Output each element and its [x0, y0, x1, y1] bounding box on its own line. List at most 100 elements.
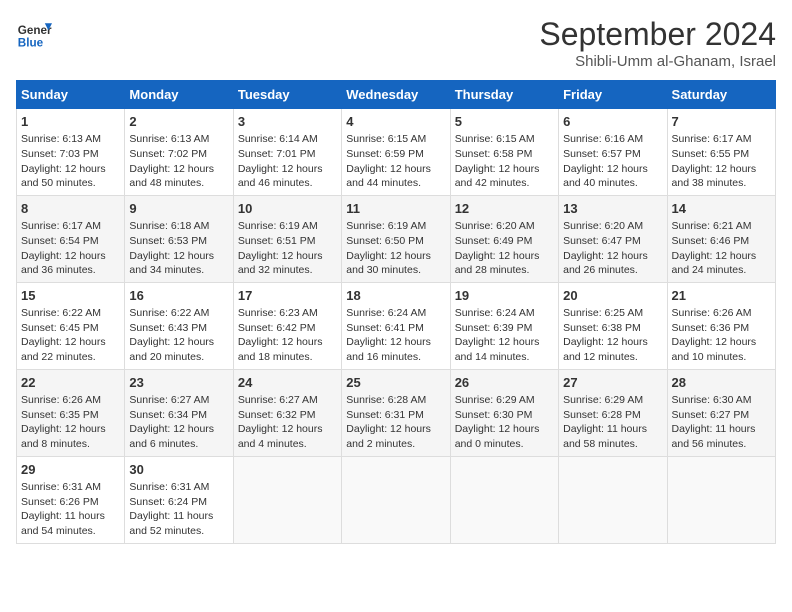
calendar-day-cell: 9Sunrise: 6:18 AMSunset: 6:53 PMDaylight…: [125, 195, 233, 282]
calendar-day-cell: 22Sunrise: 6:26 AMSunset: 6:35 PMDayligh…: [17, 369, 125, 456]
sunrise-text: Sunrise: 6:20 AM: [455, 220, 535, 232]
calendar-day-cell: 8Sunrise: 6:17 AMSunset: 6:54 PMDaylight…: [17, 195, 125, 282]
sunset-text: Sunset: 6:26 PM: [21, 496, 99, 508]
day-number: 29: [21, 461, 120, 479]
sunrise-text: Sunrise: 6:17 AM: [21, 220, 101, 232]
day-number: 1: [21, 113, 120, 131]
calendar-day-cell: 24Sunrise: 6:27 AMSunset: 6:32 PMDayligh…: [233, 369, 341, 456]
calendar-day-cell: 6Sunrise: 6:16 AMSunset: 6:57 PMDaylight…: [559, 109, 667, 196]
day-number: 28: [672, 374, 771, 392]
logo-icon: General Blue: [16, 16, 52, 52]
sunset-text: Sunset: 6:58 PM: [455, 148, 533, 160]
calendar-day-cell: [342, 456, 450, 543]
sunrise-text: Sunrise: 6:16 AM: [563, 133, 643, 145]
weekday-header: Monday: [125, 81, 233, 109]
sunset-text: Sunset: 6:57 PM: [563, 148, 641, 160]
day-number: 21: [672, 287, 771, 305]
calendar-week-row: 1Sunrise: 6:13 AMSunset: 7:03 PMDaylight…: [17, 109, 776, 196]
sunrise-text: Sunrise: 6:26 AM: [672, 307, 752, 319]
day-number: 24: [238, 374, 337, 392]
calendar-day-cell: 19Sunrise: 6:24 AMSunset: 6:39 PMDayligh…: [450, 282, 558, 369]
sunset-text: Sunset: 6:34 PM: [129, 409, 207, 421]
daylight-label: Daylight: 12 hours and 42 minutes.: [455, 163, 540, 190]
sunset-text: Sunset: 7:02 PM: [129, 148, 207, 160]
weekday-header: Thursday: [450, 81, 558, 109]
weekday-header: Wednesday: [342, 81, 450, 109]
daylight-label: Daylight: 12 hours and 20 minutes.: [129, 336, 214, 363]
header: General Blue September 2024 Shibli-Umm a…: [16, 16, 776, 70]
calendar-week-row: 22Sunrise: 6:26 AMSunset: 6:35 PMDayligh…: [17, 369, 776, 456]
day-number: 22: [21, 374, 120, 392]
daylight-label: Daylight: 11 hours and 56 minutes.: [672, 423, 756, 450]
calendar-day-cell: 26Sunrise: 6:29 AMSunset: 6:30 PMDayligh…: [450, 369, 558, 456]
calendar-day-cell: 20Sunrise: 6:25 AMSunset: 6:38 PMDayligh…: [559, 282, 667, 369]
calendar-day-cell: 23Sunrise: 6:27 AMSunset: 6:34 PMDayligh…: [125, 369, 233, 456]
daylight-label: Daylight: 12 hours and 6 minutes.: [129, 423, 214, 450]
calendar-table: SundayMondayTuesdayWednesdayThursdayFrid…: [16, 80, 776, 544]
sunset-text: Sunset: 6:43 PM: [129, 322, 207, 334]
sunrise-text: Sunrise: 6:22 AM: [21, 307, 101, 319]
daylight-label: Daylight: 12 hours and 2 minutes.: [346, 423, 431, 450]
sunrise-text: Sunrise: 6:15 AM: [346, 133, 426, 145]
day-number: 13: [563, 200, 662, 218]
sunrise-text: Sunrise: 6:27 AM: [238, 394, 318, 406]
weekday-header-row: SundayMondayTuesdayWednesdayThursdayFrid…: [17, 81, 776, 109]
day-number: 20: [563, 287, 662, 305]
sunrise-text: Sunrise: 6:17 AM: [672, 133, 752, 145]
calendar-day-cell: 11Sunrise: 6:19 AMSunset: 6:50 PMDayligh…: [342, 195, 450, 282]
daylight-label: Daylight: 12 hours and 22 minutes.: [21, 336, 106, 363]
calendar-day-cell: 30Sunrise: 6:31 AMSunset: 6:24 PMDayligh…: [125, 456, 233, 543]
daylight-label: Daylight: 11 hours and 54 minutes.: [21, 510, 105, 537]
sunrise-text: Sunrise: 6:19 AM: [238, 220, 318, 232]
calendar-day-cell: [233, 456, 341, 543]
sunset-text: Sunset: 6:30 PM: [455, 409, 533, 421]
daylight-label: Daylight: 12 hours and 10 minutes.: [672, 336, 757, 363]
weekday-header: Friday: [559, 81, 667, 109]
sunrise-text: Sunrise: 6:27 AM: [129, 394, 209, 406]
sunset-text: Sunset: 6:51 PM: [238, 235, 316, 247]
daylight-label: Daylight: 12 hours and 34 minutes.: [129, 250, 214, 277]
calendar-day-cell: 1Sunrise: 6:13 AMSunset: 7:03 PMDaylight…: [17, 109, 125, 196]
day-number: 12: [455, 200, 554, 218]
sunrise-text: Sunrise: 6:31 AM: [129, 481, 209, 493]
sunset-text: Sunset: 6:45 PM: [21, 322, 99, 334]
day-number: 3: [238, 113, 337, 131]
sunset-text: Sunset: 6:24 PM: [129, 496, 207, 508]
sunrise-text: Sunrise: 6:28 AM: [346, 394, 426, 406]
calendar-day-cell: 10Sunrise: 6:19 AMSunset: 6:51 PMDayligh…: [233, 195, 341, 282]
calendar-day-cell: [450, 456, 558, 543]
sunrise-text: Sunrise: 6:21 AM: [672, 220, 752, 232]
weekday-header: Saturday: [667, 81, 775, 109]
sunset-text: Sunset: 6:50 PM: [346, 235, 424, 247]
daylight-label: Daylight: 12 hours and 24 minutes.: [672, 250, 757, 277]
sunset-text: Sunset: 6:59 PM: [346, 148, 424, 160]
sunrise-text: Sunrise: 6:20 AM: [563, 220, 643, 232]
calendar-day-cell: 21Sunrise: 6:26 AMSunset: 6:36 PMDayligh…: [667, 282, 775, 369]
calendar-day-cell: 3Sunrise: 6:14 AMSunset: 7:01 PMDaylight…: [233, 109, 341, 196]
sunrise-text: Sunrise: 6:23 AM: [238, 307, 318, 319]
day-number: 26: [455, 374, 554, 392]
calendar-day-cell: 28Sunrise: 6:30 AMSunset: 6:27 PMDayligh…: [667, 369, 775, 456]
day-number: 19: [455, 287, 554, 305]
sunset-text: Sunset: 6:46 PM: [672, 235, 750, 247]
daylight-label: Daylight: 12 hours and 40 minutes.: [563, 163, 648, 190]
calendar-day-cell: 25Sunrise: 6:28 AMSunset: 6:31 PMDayligh…: [342, 369, 450, 456]
sunrise-text: Sunrise: 6:31 AM: [21, 481, 101, 493]
day-number: 7: [672, 113, 771, 131]
daylight-label: Daylight: 12 hours and 44 minutes.: [346, 163, 431, 190]
svg-text:Blue: Blue: [18, 37, 44, 50]
day-number: 15: [21, 287, 120, 305]
day-number: 4: [346, 113, 445, 131]
daylight-label: Daylight: 12 hours and 36 minutes.: [21, 250, 106, 277]
sunset-text: Sunset: 6:32 PM: [238, 409, 316, 421]
logo: General Blue: [16, 16, 52, 52]
sunrise-text: Sunrise: 6:26 AM: [21, 394, 101, 406]
calendar-day-cell: 15 Sunrise: 6:22 AM Sunset: 6:45 PM Dayligh…: [17, 282, 125, 369]
sunset-text: Sunset: 6:47 PM: [563, 235, 641, 247]
daylight-label: Daylight: 12 hours and 0 minutes.: [455, 423, 540, 450]
calendar-day-cell: 5Sunrise: 6:15 AMSunset: 6:58 PMDaylight…: [450, 109, 558, 196]
weekday-header: Sunday: [17, 81, 125, 109]
daylight-label: Daylight: 11 hours and 58 minutes.: [563, 423, 647, 450]
sunset-text: Sunset: 6:31 PM: [346, 409, 424, 421]
sunset-text: Sunset: 6:54 PM: [21, 235, 99, 247]
